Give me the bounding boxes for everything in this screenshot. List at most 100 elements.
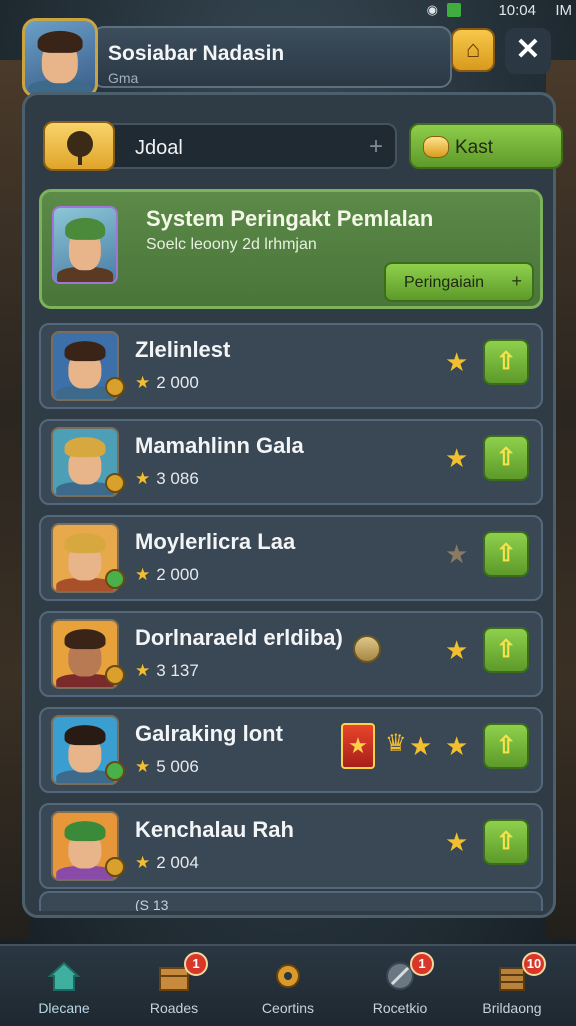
- featured-avatar: [52, 206, 118, 284]
- star-icon: ★: [445, 635, 469, 665]
- lightning-icon: ⇧: [495, 540, 517, 567]
- notification-badge: 1: [184, 952, 208, 976]
- rank-badge: [105, 665, 125, 685]
- featured-button-label: Peringaiain: [404, 274, 485, 291]
- flag-icon: ★: [341, 723, 375, 769]
- player-name: Dorlnaraeld erldiba): [135, 625, 343, 650]
- filter-button[interactable]: [43, 121, 115, 171]
- tab-home[interactable]: Dlecane: [14, 954, 114, 1022]
- trophy-icon: ♛: [385, 730, 407, 757]
- lightning-icon: ⇧: [495, 732, 517, 759]
- featured-card[interactable]: System Peringakt Pemlalan Soelc leoony 2…: [39, 189, 543, 309]
- boost-button[interactable]: ⇧: [483, 435, 529, 481]
- tree-stem: [78, 155, 82, 165]
- list-item[interactable]: Kenchalau Rah ★ 2 004 ★ ⇧: [39, 803, 543, 889]
- player-score: ★ 2 004: [135, 853, 199, 873]
- avatar-hair: [37, 30, 83, 53]
- title-bar: Sosiabar Nadasin Gma: [92, 26, 452, 88]
- leaderboard-panel: Jdoal + Kast System Peringakt Pemlalan S…: [22, 92, 563, 918]
- tree-icon: [67, 131, 93, 157]
- tab-settings[interactable]: Ceortins: [238, 954, 338, 1022]
- tab-label: Brildaong: [482, 1000, 542, 1016]
- list-item-partial[interactable]: (S 13: [39, 891, 543, 911]
- search-value: Jdoal: [135, 137, 183, 159]
- boost-button[interactable]: ⇧: [483, 819, 529, 865]
- close-icon: ✕: [515, 33, 541, 66]
- boost-button[interactable]: ⇧: [483, 339, 529, 385]
- featured-subtitle: Soelc leoony 2d lrhmjan: [146, 236, 317, 253]
- avatar-hair: [64, 533, 106, 554]
- search-input[interactable]: Jdoal +: [107, 123, 397, 169]
- gear-icon: [276, 964, 300, 988]
- score-value: 2 000: [156, 373, 199, 392]
- tab-crates[interactable]: 1 Roades: [124, 952, 224, 1022]
- featured-title: System Peringakt Pemlalan: [146, 206, 434, 231]
- header: Sosiabar Nadasin Gma ⌂ ✕: [22, 18, 558, 102]
- score-value: 3 137: [156, 661, 199, 680]
- rank-badge: [105, 377, 125, 397]
- player-name: Mamahlinn Gala: [135, 433, 304, 458]
- lightning-icon: ⇧: [495, 348, 517, 375]
- score-value: 2 004: [156, 853, 199, 872]
- score-value: 3 086: [156, 469, 199, 488]
- player-score: ★ 5 006: [135, 757, 199, 777]
- score-value: 2 000: [156, 565, 199, 584]
- star-icon: ★: [445, 539, 469, 569]
- boost-button[interactable]: ⇧: [483, 531, 529, 577]
- rank-badge: [105, 761, 125, 781]
- player-name: (S 13: [135, 897, 169, 911]
- player-name: Zlelinlest: [135, 337, 231, 362]
- player-avatar[interactable]: [22, 18, 98, 98]
- featured-action-button[interactable]: Peringaiain +: [384, 262, 534, 302]
- star-icon: ★: [409, 731, 433, 761]
- player-name: Kenchalau Rah: [135, 817, 294, 842]
- player-score: ★ 2 000: [135, 565, 199, 585]
- star-icon: ★: [445, 347, 469, 377]
- star-icon: ★: [445, 827, 469, 857]
- tab-building[interactable]: 10 Brildaong: [462, 952, 562, 1022]
- list-item[interactable]: Moylerlicra Laa ★ 2 000 ★ ⇧: [39, 515, 543, 601]
- avatar-hair: [64, 725, 106, 746]
- rank-badge: [105, 473, 125, 493]
- avatar-hair: [64, 437, 106, 458]
- status-extra: IM: [555, 2, 572, 19]
- player-name: Galraking lont: [135, 721, 283, 746]
- house-icon: ⌂: [465, 36, 481, 63]
- boost-button[interactable]: ⇧: [483, 627, 529, 673]
- tab-label: Dlecane: [38, 1000, 90, 1016]
- player-score: ★ 3 086: [135, 469, 199, 489]
- avatar-hair: [64, 629, 106, 650]
- page-title: Sosiabar Nadasin: [108, 42, 285, 65]
- tab-label: Roades: [149, 1000, 199, 1016]
- coin-icon: [353, 635, 381, 663]
- star-icon: ★: [445, 731, 469, 761]
- add-icon[interactable]: +: [369, 133, 383, 161]
- star-icon: ★: [135, 469, 151, 488]
- player-score: ★ 3 137: [135, 661, 199, 681]
- star-icon: ★: [135, 661, 151, 680]
- list-item[interactable]: Zlelinlest ★ 2 000 ★ ⇧: [39, 323, 543, 409]
- rank-badge: [105, 857, 125, 877]
- rank-badge: [105, 569, 125, 589]
- player-name: Moylerlicra Laa: [135, 529, 296, 554]
- kast-button[interactable]: Kast: [409, 123, 563, 169]
- lightning-icon: ⇧: [495, 636, 517, 663]
- star-icon: ★: [135, 373, 151, 392]
- star-icon: ★: [135, 757, 151, 776]
- list-item[interactable]: Galraking lont ★ 5 006 ★ ♛ ★ ★ ⇧: [39, 707, 543, 793]
- lightning-icon: ⇧: [495, 444, 517, 471]
- lightning-icon: ⇧: [495, 828, 517, 855]
- home-button[interactable]: ⌂: [451, 28, 495, 72]
- kast-label: Kast: [455, 137, 494, 158]
- tab-rocket[interactable]: 1 Rocetkio: [350, 952, 450, 1022]
- list-item[interactable]: Dorlnaraeld erldiba) ★ 3 137 ★ ⇧: [39, 611, 543, 697]
- star-icon: ★: [135, 565, 151, 584]
- battery-icon: [447, 3, 461, 17]
- avatar-hat: [64, 821, 106, 842]
- list-item[interactable]: Mamahlinn Gala ★ 3 086 ★ ⇧: [39, 419, 543, 505]
- close-button[interactable]: ✕: [505, 28, 551, 74]
- boost-button[interactable]: ⇧: [483, 723, 529, 769]
- star-icon: ★: [135, 853, 151, 872]
- status-time: 10:04: [498, 2, 536, 19]
- star-icon: ★: [445, 443, 469, 473]
